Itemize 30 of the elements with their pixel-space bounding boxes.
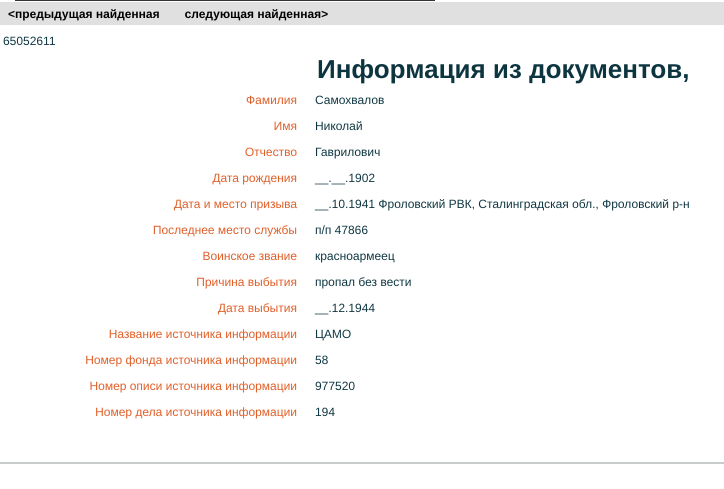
field-label: Воинское звание (202, 249, 297, 264)
field-value: пропал без вести (315, 275, 412, 290)
page-title: Информация из документов, (317, 53, 690, 86)
field-value: __.10.1941 Фроловский РВК, Сталинградская обл., Фроловский р-н (315, 197, 691, 212)
field-label: Номер описи источника информации (88, 379, 297, 394)
field-label: Имя (272, 119, 297, 134)
field-value: ЦАМО (315, 327, 352, 342)
record-id: 65052611 (3, 34, 56, 48)
field-value: 977520 (315, 379, 356, 394)
field-value: красноармеец (315, 249, 396, 264)
field-label: Дата рождения (211, 171, 297, 186)
field-value: 194 (315, 405, 336, 420)
field-label: Фамилия (245, 93, 297, 108)
field-label: Номер фонда источника информации (84, 353, 297, 368)
field-value: 58 (315, 353, 330, 368)
nav-link[interactable]: следующая найденная> (184, 6, 328, 20)
field-value: Николай (315, 119, 364, 134)
field-label: Дата и место призыва (172, 197, 297, 212)
field-label: Номер дела источника информации (94, 405, 297, 420)
field-label: Причина выбытия (195, 275, 297, 290)
field-label: Последнее место службы (152, 223, 297, 238)
field-label: Название источника информации (108, 327, 297, 342)
field-label: Отчество (244, 145, 297, 160)
field-label: Дата выбытия (216, 301, 297, 316)
field-value: Гаврилович (315, 145, 382, 160)
field-value: п/п 47866 (315, 223, 370, 238)
field-value: __.12.1944 (315, 301, 376, 316)
nav-link[interactable]: <предыдущая найденная (8, 6, 160, 20)
field-value: __.__.1902 (315, 171, 376, 186)
field-value: Самохвалов (315, 93, 386, 108)
